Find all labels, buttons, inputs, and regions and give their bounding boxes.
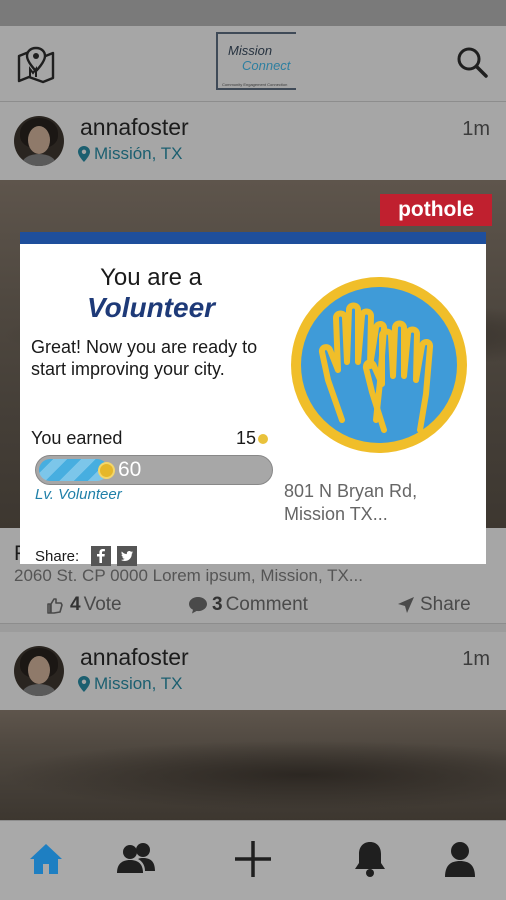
progress-bar: 60 (35, 455, 273, 485)
friends-icon[interactable] (116, 839, 156, 879)
logo-line2: Connect (242, 58, 291, 73)
dialog-address: 801 N Bryan Rd, Mission TX... (284, 481, 418, 524)
avatar[interactable] (14, 116, 64, 166)
share-button[interactable]: Share (396, 594, 471, 616)
earned-points-value: 15 (236, 428, 257, 448)
bell-icon[interactable] (350, 839, 390, 879)
vote-button[interactable]: 4 Vote (46, 594, 122, 616)
search-icon[interactable] (454, 44, 490, 80)
dialog-title-line2: Volunteer (86, 292, 216, 323)
vote-hand-icon (47, 598, 63, 614)
post-time: 1m (462, 648, 490, 670)
add-icon[interactable] (233, 839, 273, 879)
category-tag: pothole (380, 194, 492, 226)
dialog-title-line1: You are a (100, 264, 202, 291)
post-header: annafoster Missión, TX 1m (0, 102, 506, 180)
avatar[interactable] (14, 646, 64, 696)
share-row: Share: (35, 546, 138, 566)
share-label: Share: (35, 547, 80, 565)
coin-icon (258, 433, 269, 444)
twitter-icon[interactable] (117, 546, 138, 566)
comment-label: Comment (225, 594, 308, 615)
comment-button[interactable]: 3 Comment (188, 594, 308, 616)
location-pin-icon (78, 146, 90, 162)
logo-tagline: Community Engagement Connection (222, 82, 288, 87)
profile-icon[interactable] (440, 839, 480, 879)
progress-value: 60 (118, 458, 142, 481)
post-location-text: Missión, TX (94, 144, 183, 163)
earned-label: You earned (31, 428, 123, 448)
share-arrow-icon (398, 597, 414, 613)
comment-count: 3 (212, 594, 223, 615)
earned-points: 15 (236, 428, 269, 449)
post-location-text: Mission, TX (94, 674, 183, 693)
location-pin-icon (78, 676, 90, 692)
dialog-message: Great! Now you are ready to start improv… (31, 337, 258, 379)
share-label: Share (420, 594, 471, 615)
post-location: Mission, TX (78, 674, 183, 694)
post-time: 1m (462, 118, 490, 140)
post-location: Missión, TX (78, 144, 183, 164)
post-address: 2060 St. CP 0000 Lorem ipsum, Mission, T… (14, 566, 363, 585)
volunteer-hands-icon (291, 277, 467, 453)
status-bar (0, 0, 506, 26)
map-icon[interactable] (16, 44, 56, 84)
comment-icon (189, 597, 207, 614)
post-image[interactable] (0, 710, 506, 820)
app-header: Mission Connect Community Engagement Con… (0, 26, 506, 102)
facebook-icon[interactable] (91, 546, 112, 566)
post-actions: 4 Vote 3 Comment Share (0, 594, 506, 622)
post-username[interactable]: annafoster (80, 114, 189, 141)
vote-label: Vote (83, 594, 122, 615)
home-icon[interactable] (26, 839, 66, 879)
post-header: annafoster Mission, TX 1m (0, 632, 506, 710)
coin-icon (98, 462, 115, 479)
post-username[interactable]: annafoster (80, 644, 189, 671)
logo-line1: Mission (228, 43, 273, 58)
volunteer-reward-dialog: You are a Volunteer Great! Now you are r… (20, 232, 486, 566)
app-logo: Mission Connect Community Engagement Con… (216, 32, 296, 90)
bottom-tab-bar (0, 820, 506, 900)
level-label: Lv. Volunteer (35, 486, 122, 503)
vote-count: 4 (70, 594, 81, 615)
